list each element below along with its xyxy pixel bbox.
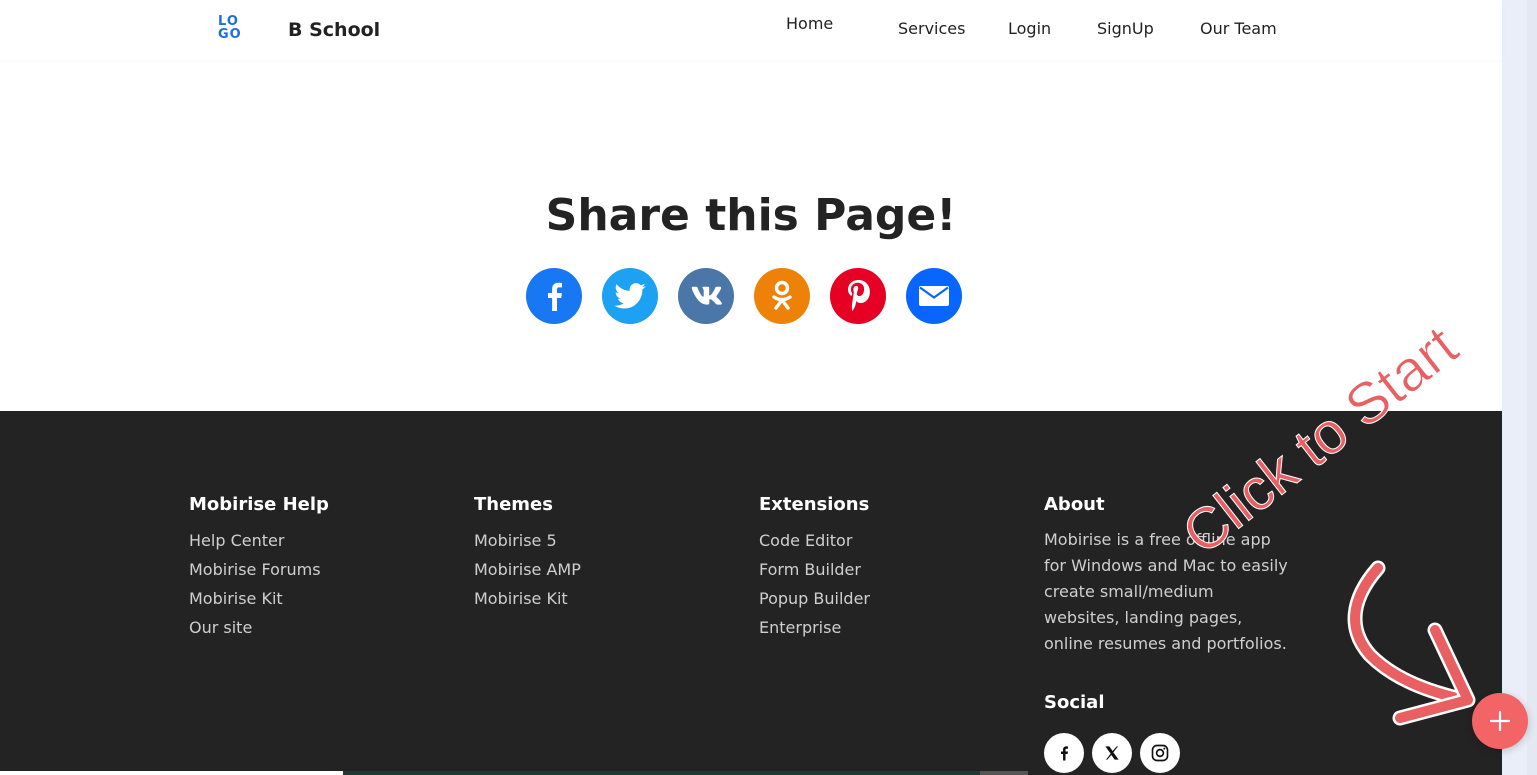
odnoklassniki-icon <box>772 280 792 310</box>
footer-link-form-builder[interactable]: Form Builder <box>759 560 861 579</box>
vk-share-button[interactable] <box>678 268 734 324</box>
bottom-progress-marker <box>980 771 1028 775</box>
footer-help-title: Mobirise Help <box>189 494 329 515</box>
social-facebook-button[interactable] <box>1044 733 1084 773</box>
twitter-share-button[interactable] <box>602 268 658 324</box>
plus-icon <box>1489 710 1511 732</box>
footer-about-title: About <box>1044 494 1105 515</box>
logo[interactable]: LO GO <box>218 15 252 47</box>
nav-home[interactable]: Home <box>786 14 833 33</box>
footer-extensions-title: Extensions <box>759 494 870 515</box>
nav-services[interactable]: Services <box>898 19 965 38</box>
pinterest-share-button[interactable] <box>830 268 886 324</box>
share-title: Share this Page! <box>545 190 957 241</box>
footer-social-title: Social <box>1044 692 1105 713</box>
twitter-icon <box>614 283 646 309</box>
mail-icon <box>919 286 949 306</box>
footer-about-text: Mobirise is a free offline app for Windo… <box>1044 530 1288 653</box>
footer-link-mobirise-kit[interactable]: Mobirise Kit <box>474 589 568 608</box>
footer-link-enterprise[interactable]: Enterprise <box>759 618 841 637</box>
hint-arrow-icon <box>1347 560 1476 726</box>
logo-line-2: GO <box>218 27 242 42</box>
social-twitter-button[interactable] <box>1092 733 1132 773</box>
footer-link-kit[interactable]: Mobirise Kit <box>189 589 283 608</box>
add-block-button[interactable] <box>1472 693 1528 749</box>
footer-link-help-center[interactable]: Help Center <box>189 531 284 550</box>
nav-login[interactable]: Login <box>1008 19 1051 38</box>
footer-link-our-site[interactable]: Our site <box>189 618 252 637</box>
social-instagram-button[interactable] <box>1140 733 1180 773</box>
footer-themes-title: Themes <box>474 494 553 515</box>
footer-link-mobirise-amp[interactable]: Mobirise AMP <box>474 560 581 579</box>
navbar: LO GO B School Home Services Login SignU… <box>0 0 1502 60</box>
pinterest-icon <box>848 280 870 311</box>
twitter-icon <box>1105 746 1119 760</box>
instagram-icon <box>1151 744 1169 762</box>
vk-icon <box>691 286 722 305</box>
footer-link-popup-builder[interactable]: Popup Builder <box>759 589 870 608</box>
brand-name[interactable]: B School <box>288 19 380 41</box>
facebook-icon <box>1061 746 1068 761</box>
email-share-button[interactable] <box>906 268 962 324</box>
scrollbar-thumb[interactable] <box>1527 0 1537 775</box>
bottom-progress-middle <box>343 771 980 775</box>
ok-share-button[interactable] <box>754 268 810 324</box>
footer-link-forums[interactable]: Mobirise Forums <box>189 560 321 579</box>
footer-link-mobirise-5[interactable]: Mobirise 5 <box>474 531 557 550</box>
facebook-icon <box>548 282 562 311</box>
facebook-share-button[interactable] <box>526 268 582 324</box>
bottom-progress-left <box>0 771 343 775</box>
nav-signup[interactable]: SignUp <box>1097 19 1154 38</box>
footer-link-code-editor[interactable]: Code Editor <box>759 531 852 550</box>
nav-our-team[interactable]: Our Team <box>1200 19 1277 38</box>
